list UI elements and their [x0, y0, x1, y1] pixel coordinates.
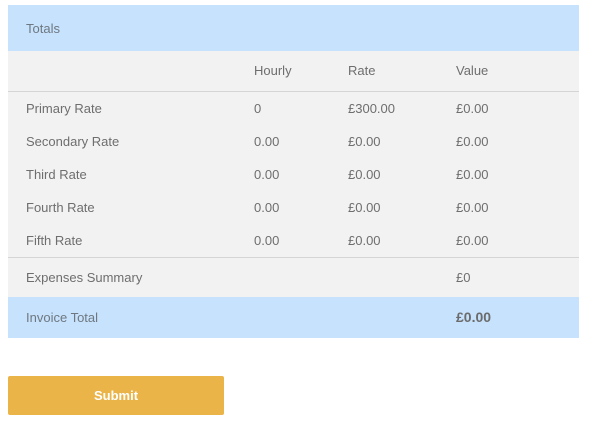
invoice-total-label: Invoice Total	[26, 310, 99, 325]
column-header-rate: Rate	[348, 63, 376, 78]
rates-rows: Primary Rate 0 £300.00 £0.00 Secondary R…	[8, 92, 579, 257]
rate-amount: £300.00	[348, 101, 395, 116]
rate-amount: £0.00	[348, 134, 381, 149]
invoice-total-row: Invoice Total £0.00	[8, 297, 579, 338]
totals-panel: Totals Hourly Rate Value Primary Rate 0 …	[8, 5, 579, 338]
rate-label: Secondary Rate	[26, 134, 120, 149]
invoice-total-value: £0.00	[456, 309, 492, 325]
rate-value: £0.00	[456, 134, 489, 149]
rate-hourly: 0	[254, 101, 262, 116]
rate-hourly: 0.00	[254, 167, 280, 182]
submit-button[interactable]: Submit	[8, 376, 224, 415]
column-header-value: Value	[456, 63, 489, 78]
rate-amount: £0.00	[348, 200, 381, 215]
expenses-summary-label: Expenses Summary	[26, 270, 143, 285]
rate-label: Third Rate	[26, 167, 87, 182]
table-row: Third Rate 0.00 £0.00 £0.00	[8, 158, 579, 191]
rate-amount: £0.00	[348, 167, 381, 182]
totals-header: Totals	[8, 5, 579, 51]
table-row: Fourth Rate 0.00 £0.00 £0.00	[8, 191, 579, 224]
expenses-summary-value: £0	[456, 270, 471, 285]
rate-amount: £0.00	[348, 233, 381, 248]
rate-value: £0.00	[456, 233, 489, 248]
rate-value: £0.00	[456, 200, 489, 215]
column-header-hourly: Hourly	[254, 63, 292, 78]
table-header-row: Hourly Rate Value	[8, 51, 579, 92]
table-row: Secondary Rate 0.00 £0.00 £0.00	[8, 125, 579, 158]
rates-table: Hourly Rate Value Primary Rate 0 £300.00…	[8, 51, 579, 297]
table-row: Fifth Rate 0.00 £0.00 £0.00	[8, 224, 579, 257]
rate-label: Primary Rate	[26, 101, 102, 116]
rate-value: £0.00	[456, 101, 489, 116]
rate-label: Fifth Rate	[26, 233, 83, 248]
rate-hourly: 0.00	[254, 233, 280, 248]
rate-value: £0.00	[456, 167, 489, 182]
rate-label: Fourth Rate	[26, 200, 95, 215]
rate-hourly: 0.00	[254, 134, 280, 149]
rate-hourly: 0.00	[254, 200, 280, 215]
expenses-summary-row: Expenses Summary £0	[8, 257, 579, 297]
table-row: Primary Rate 0 £300.00 £0.00	[8, 92, 579, 125]
totals-title: Totals	[26, 20, 60, 36]
